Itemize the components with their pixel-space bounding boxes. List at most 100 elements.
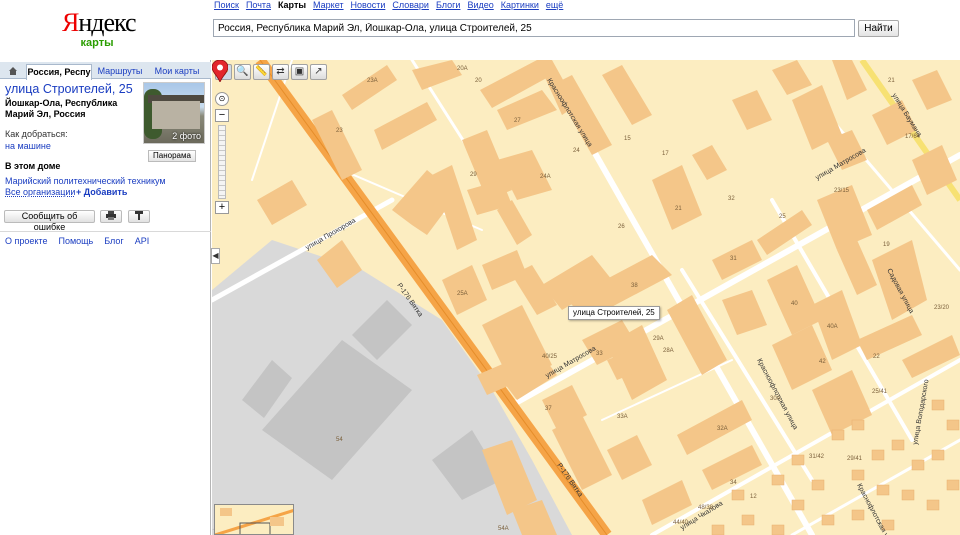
zoom-in-button[interactable]: + [215, 201, 229, 214]
magnifier-icon: 🔍 [236, 66, 249, 77]
route-icon: ⇄ [276, 66, 285, 77]
house-number-label: 22 [873, 354, 880, 360]
all-organizations-link[interactable]: Все организации [5, 187, 75, 197]
tab-routes[interactable]: Маршруты [96, 64, 144, 79]
tab-home[interactable] [2, 64, 24, 79]
house-number-label: 28А [663, 348, 674, 354]
in-house-heading: В этом доме [5, 161, 61, 171]
street-label: улица Володарского [912, 379, 930, 446]
service-link-7[interactable]: Видео [467, 0, 493, 10]
traffic-icon: ▣ [294, 66, 305, 77]
service-link-1[interactable]: Почта [246, 0, 271, 10]
service-link-3[interactable]: Маркет [313, 0, 343, 10]
house-number-label: 27 [514, 118, 521, 124]
traffic-tool[interactable]: ▣ [291, 64, 308, 80]
home-icon [9, 67, 17, 75]
house-number-label: 15 [624, 136, 631, 142]
service-link-0[interactable]: Поиск [214, 0, 239, 10]
house-number-label: 24 [573, 148, 580, 154]
footer-link-3[interactable]: API [135, 236, 150, 246]
tab-my-maps[interactable]: Мои карты [150, 64, 204, 79]
house-number-label: 20 [475, 78, 482, 84]
house-number-label: 42 [819, 359, 826, 365]
place-address: Йошкар-Ола, Республика Марий Эл, Россия [5, 98, 118, 119]
route-tool[interactable]: ⇄ [272, 64, 289, 80]
photo-count[interactable]: 2 фото [172, 131, 201, 141]
house-number-label: 32А [717, 426, 728, 432]
service-link-8[interactable]: Картинки [501, 0, 539, 10]
panorama-button[interactable]: Панорама [148, 150, 196, 162]
sidebar: Россия, Респу Маршруты Мои карты улица С… [0, 60, 211, 535]
minimap[interactable] [214, 504, 294, 535]
house-number-label: 25/41 [872, 389, 888, 395]
house-number-label: 29 [470, 172, 477, 178]
house-number-label: 32 [728, 196, 735, 202]
magnifier-tool[interactable]: 🔍 [234, 64, 251, 80]
pushpin-icon [135, 211, 143, 220]
house-number-label: 44/40 [673, 520, 689, 526]
house-number-label: 34 [730, 480, 737, 486]
house-number-label: 20А [457, 66, 468, 72]
map-canvas[interactable]: Р-176 Вятка Р-176 Вятка улица Прохорова … [212, 60, 960, 535]
place-card: улица Строителей, 25 Йошкар-Ола, Республ… [5, 82, 205, 151]
search-input[interactable] [213, 19, 855, 37]
house-number-label: 40А [827, 324, 838, 330]
compass-icon[interactable]: ⊙ [215, 92, 229, 106]
sidebar-divider [0, 231, 211, 232]
house-number-label: 29А [653, 336, 664, 342]
footer-link-0[interactable]: О проекте [5, 236, 47, 246]
ruler-tool[interactable]: 📏 [253, 64, 270, 80]
zoom-control: ⊙ − + [215, 92, 229, 214]
service-link-5[interactable]: Словари [392, 0, 429, 10]
yandex-logo[interactable]: Яндекс карты [62, 8, 137, 49]
house-number-label: 23 [336, 128, 343, 134]
building-photo[interactable]: 2 фото [143, 82, 205, 144]
footer-links: О проекте Помощь Блог API [5, 236, 160, 246]
services-nav: Поиск Почта Карты Маркет Новости Словари Блоги… [214, 0, 570, 10]
location-marker-icon[interactable] [212, 60, 228, 82]
print-button[interactable] [100, 210, 122, 223]
place-marker-button[interactable] [128, 210, 150, 223]
house-number-label: 17 [662, 151, 669, 157]
service-link-6[interactable]: Блоги [436, 0, 460, 10]
house-number-label: 54А [498, 526, 509, 532]
house-number-label: 40 [791, 301, 798, 307]
zoom-out-button[interactable]: − [215, 109, 229, 122]
house-number-label: 40/25 [542, 354, 558, 360]
house-number-label: 19 [883, 242, 890, 248]
logo-brand: Яндекс [62, 8, 137, 37]
add-organization-link[interactable]: + Добавить [76, 187, 127, 197]
organization-link[interactable]: Марийский политехнический техникум [5, 176, 166, 186]
map-toolbar: ✋ 🔍 📏 ⇄ ▣ ↗ [215, 64, 327, 80]
service-link-9[interactable]: ещё [546, 0, 563, 10]
collapse-sidebar-button[interactable]: ◀ [211, 248, 220, 264]
house-number-label: 31 [730, 256, 737, 262]
tab-place[interactable]: Россия, Респу [26, 64, 92, 80]
zoom-slider[interactable] [218, 125, 226, 199]
report-error-button[interactable]: Сообщить об ошибке [4, 210, 95, 232]
house-number-label: 24А [540, 174, 551, 180]
house-number-label: 33 [596, 351, 603, 357]
logo-subtitle: карты [80, 37, 114, 49]
footer-link-1[interactable]: Помощь [58, 236, 93, 246]
house-number-label: 25А [457, 291, 468, 297]
house-number-label: 48/38 [698, 505, 714, 511]
house-number-label: 26 [618, 224, 625, 230]
link-icon: ↗ [314, 66, 323, 77]
search-button[interactable]: Найти [858, 20, 899, 37]
house-number-label: 21 [675, 206, 682, 212]
house-number-label: 37 [545, 406, 552, 412]
ruler-icon: 📏 [255, 66, 268, 77]
house-number-label: 38 [631, 283, 638, 289]
footer-link-2[interactable]: Блог [104, 236, 123, 246]
house-number-label: 21 [888, 78, 895, 84]
house-number-label: 12 [750, 494, 757, 500]
sidebar-tabs: Россия, Респу Маршруты Мои карты [0, 62, 211, 80]
link-tool[interactable]: ↗ [310, 64, 327, 80]
marker-label: улица Строителей, 25 [568, 306, 660, 320]
service-link-4[interactable]: Новости [351, 0, 386, 10]
header: Яндекс карты Поиск Почта Карты Маркет Новост… [0, 0, 960, 60]
street-label: улица Прохорова [305, 217, 358, 251]
house-number-label: 30А [770, 396, 781, 402]
service-link-2[interactable]: Карты [278, 0, 306, 10]
